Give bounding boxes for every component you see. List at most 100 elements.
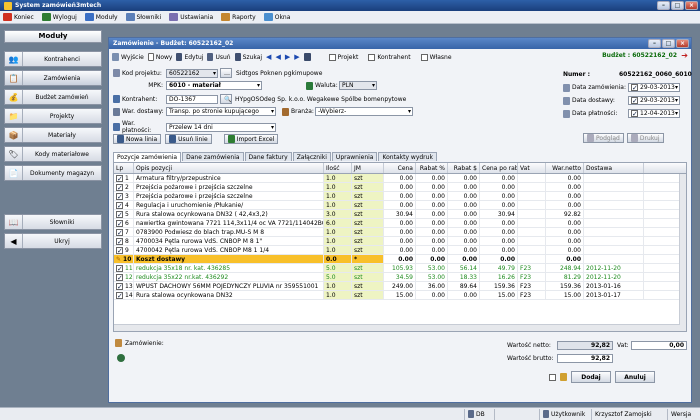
order-maximize-button[interactable]: □ xyxy=(662,39,675,48)
row-checkbox[interactable]: ✎ xyxy=(116,256,121,263)
table-row[interactable]: 1Armatura filtry/przepustnice1.0szt0.000… xyxy=(114,174,686,183)
minimize-button[interactable]: – xyxy=(657,1,670,10)
table-row[interactable]: 3 Przejścia pożarowe i przejścia szczelne… xyxy=(114,192,686,201)
column-header[interactable]: Ilość xyxy=(324,163,352,173)
menu-raporty[interactable]: Raporty xyxy=(221,13,256,21)
column-header[interactable]: Opis pozycji xyxy=(134,163,324,173)
attach-icon[interactable] xyxy=(560,373,567,381)
branza-select[interactable]: -Wybierz- xyxy=(315,107,413,116)
kontrahent-checkbox[interactable]: Kontrahent xyxy=(368,53,411,61)
sidebar-item-2[interactable]: 💰 Budżet zamówień xyxy=(4,89,102,105)
column-header[interactable]: War.netto xyxy=(546,163,584,173)
row-checkbox[interactable] xyxy=(116,220,123,227)
sidebar-item-0[interactable]: 👥 Kontrahenci xyxy=(4,51,102,67)
column-header[interactable]: Rabat $ xyxy=(448,163,480,173)
column-header[interactable]: Lp xyxy=(114,163,134,173)
sidebar-item-1[interactable]: 📋 Zamówienia xyxy=(4,70,102,86)
data-zamowienia-field[interactable]: 29-03-2013 xyxy=(628,83,680,92)
order-close-button[interactable]: × xyxy=(676,39,689,48)
tab-2[interactable]: Dane faktury xyxy=(244,152,292,161)
tab-1[interactable]: Dane zamówienia xyxy=(182,152,244,161)
kontrahent-check[interactable] xyxy=(368,53,376,61)
column-header[interactable]: JM xyxy=(352,163,384,173)
option-checkbox[interactable] xyxy=(549,373,556,381)
order-minimize-button[interactable]: – xyxy=(648,39,661,48)
edit-button[interactable]: Edytuj xyxy=(176,53,203,61)
row-checkbox[interactable] xyxy=(116,265,123,272)
row-checkbox[interactable] xyxy=(116,238,123,245)
table-row[interactable]: 6 nawiertka gwintowana 7721 114,3x11/4 oc… xyxy=(114,219,686,228)
nav-last-icon[interactable]: ▶ xyxy=(294,53,299,61)
nav-prev-icon[interactable]: ◀ xyxy=(275,53,280,61)
dodaj-button[interactable]: Dodaj xyxy=(571,371,611,383)
usun-linie-button[interactable]: Usuń linie xyxy=(165,134,212,144)
sidebar-item-8[interactable]: ◀ Ukryj xyxy=(4,233,102,249)
column-header[interactable]: Cena po rab xyxy=(480,163,518,173)
maximize-button[interactable]: □ xyxy=(671,1,684,10)
menu-moduły[interactable]: Moduły xyxy=(84,13,118,21)
row-checkbox[interactable] xyxy=(116,193,123,200)
tab-5[interactable]: Kontakty wydruk xyxy=(378,152,437,161)
waluta-select[interactable]: PLN xyxy=(339,81,377,90)
kod-projektu-select[interactable]: 60522162 xyxy=(166,68,218,78)
column-header[interactable]: Dostawa xyxy=(584,163,644,173)
tab-3[interactable]: Załączniki xyxy=(292,152,331,161)
menu-koniec[interactable]: Koniec xyxy=(3,13,34,21)
table-row[interactable]: 9 4700042 Pętla rurowa VdS. CNBOP M8 1 1/… xyxy=(114,246,686,255)
nav-next-icon[interactable]: ▶ xyxy=(285,53,290,61)
sidebar-item-5[interactable]: 🏷 Kody materiałowe xyxy=(4,146,102,162)
exit-button[interactable]: Wyjście xyxy=(112,53,144,61)
sidebar-item-3[interactable]: 📁 Projekty xyxy=(4,108,102,124)
war-dostawy-select[interactable]: Transp. po stronie kupującego xyxy=(166,107,276,116)
table-row[interactable]: ✎ 10 Koszt dostawy 0.0 * 0.00 0.00 0.00 0.00 0.00 xyxy=(114,255,686,264)
projekt-check[interactable] xyxy=(328,53,336,61)
menu-okna[interactable]: Okna xyxy=(263,13,290,21)
anuluj-button[interactable]: Anuluj xyxy=(615,371,655,383)
horizontal-scrollbar[interactable] xyxy=(114,324,680,331)
kod-projektu-browse-button[interactable]: … xyxy=(220,68,232,78)
mpk-select[interactable]: 6010 - materiał xyxy=(166,81,262,90)
podglad-button[interactable]: Podgląd xyxy=(583,133,624,143)
row-checkbox[interactable] xyxy=(116,202,123,209)
column-header[interactable]: Vat xyxy=(518,163,546,173)
table-row[interactable]: 13WPUST DACHOWY 56MM POJEDYNCZY PLUVIA n… xyxy=(114,282,686,291)
projekt-checkbox[interactable]: Projekt xyxy=(328,53,358,61)
new-button[interactable]: Nowy xyxy=(147,53,172,61)
wlasne-checkbox[interactable]: Własne xyxy=(420,53,452,61)
vertical-scrollbar[interactable] xyxy=(679,174,686,331)
table-row[interactable]: 4 Regulacja i uruchomienie /Płukanie/1.0s… xyxy=(114,201,686,210)
table-row[interactable]: 7 0783900 Podwiesz do blach trap.MU-S M 8… xyxy=(114,228,686,237)
next-arrow-icon[interactable]: ➔ xyxy=(681,51,688,60)
wlasne-check[interactable] xyxy=(420,53,428,61)
row-checkbox[interactable] xyxy=(116,247,123,254)
delete-button[interactable]: Usuń xyxy=(207,53,231,61)
menu-słowniki[interactable]: Słowniki xyxy=(125,13,161,21)
table-row[interactable]: 11redukcja 35x18 nr. kat. 4362855.0szt10… xyxy=(114,264,686,273)
column-header[interactable]: Cena xyxy=(384,163,416,173)
table-row[interactable]: 14Rura stalowa ocynkowana DN321.0szt15.0… xyxy=(114,291,686,300)
menu-wyloguj[interactable]: Wyloguj xyxy=(41,13,77,21)
nav-first-icon[interactable]: ◀ xyxy=(266,53,271,61)
kontrahent-code-field[interactable]: DO-1367 xyxy=(166,94,218,104)
kontrahent-search-button[interactable]: 🔍 xyxy=(220,94,232,104)
tab-0[interactable]: Pozycje zamówienia xyxy=(113,152,182,162)
tab-4[interactable]: Uprawnienia xyxy=(331,152,378,161)
data-platnosci-field[interactable]: 12-04-2013 xyxy=(628,109,680,118)
war-platnosci-select[interactable]: Przelew 14 dni xyxy=(166,122,276,132)
table-row[interactable]: 8 4700034 Pętla rurowa VdS. CNBOP M 8 1"1… xyxy=(114,237,686,246)
search-button[interactable]: Szukaj xyxy=(234,53,262,61)
row-checkbox[interactable] xyxy=(116,274,123,281)
nowa-linia-button[interactable]: Nowa linia xyxy=(113,134,162,144)
row-checkbox[interactable] xyxy=(116,283,123,290)
table-row[interactable]: 12redukcja 35x22 nr.kat. 4362925.0szt34.… xyxy=(114,273,686,282)
save-icon[interactable] xyxy=(303,53,311,61)
sidebar-item-6[interactable]: 📄 Dokumenty magazyn xyxy=(4,165,102,181)
column-header[interactable]: Rabat % xyxy=(416,163,448,173)
sidebar-item-7[interactable]: 📖 Słowniki xyxy=(4,214,102,230)
row-checkbox[interactable] xyxy=(116,175,123,182)
menu-ustawiania[interactable]: Ustawiania xyxy=(169,13,213,21)
import-excel-button[interactable]: Import Excel xyxy=(223,134,279,144)
data-dostawy-field[interactable]: 29-03-2013 xyxy=(628,96,680,105)
drukuj-button[interactable]: Drukuj xyxy=(626,133,664,143)
row-checkbox[interactable] xyxy=(116,184,123,191)
